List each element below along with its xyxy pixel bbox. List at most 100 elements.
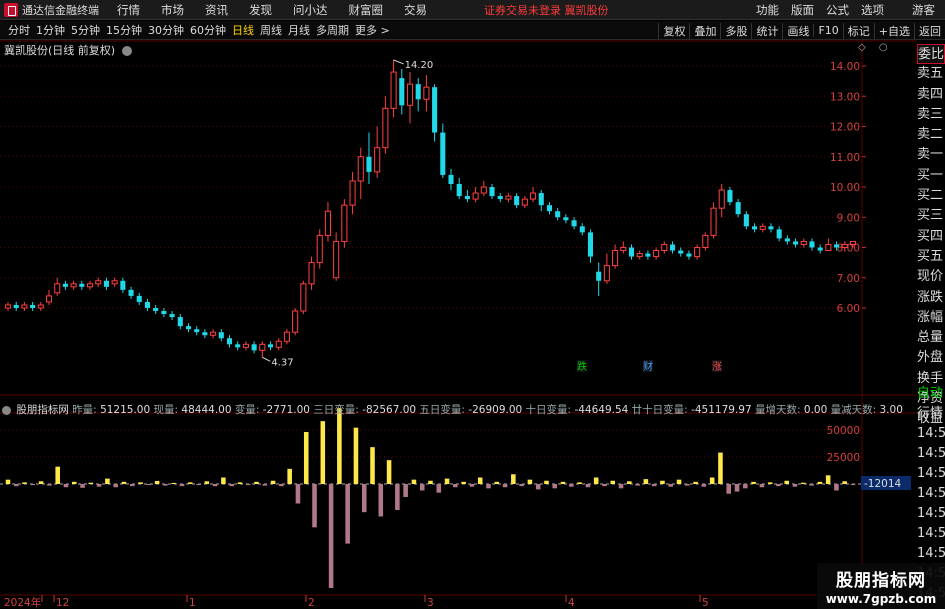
back-button[interactable]: 返回 [914,22,945,39]
volume-change-bar [693,481,698,484]
price-tick-label: 11.00 [830,152,860,164]
candle-body [834,244,840,248]
candle-body [202,332,208,336]
volume-change-bar [287,468,292,484]
candle-body [45,295,53,303]
chart-corner-icons: ◇ ○ [858,42,898,53]
tick-time: 14:56 [917,426,945,441]
menu-item-ask[interactable]: 问小达 [293,2,328,18]
volume-change-bar [395,484,400,510]
menu-right: 功能 版面 公式 选项 游客 [756,0,945,20]
period-tab-5min[interactable]: 5分钟 [71,22,100,38]
candle-body [21,304,28,309]
period-tab-15min[interactable]: 15分钟 [106,22,142,38]
price-tick-label: 13.00 [830,91,860,103]
indicator-dropdown-icon[interactable] [2,405,11,415]
candle-body [283,331,290,342]
period-tab-60min[interactable]: 60分钟 [190,22,226,38]
period-tab-1min[interactable]: 1分钟 [36,22,65,38]
period-tab-intraday[interactable]: 分时 [8,22,30,38]
candle-body [849,240,857,245]
menu-layout[interactable]: 版面 [791,2,814,18]
candle-body [13,304,19,308]
candle-body [727,190,733,203]
candle-body [324,210,331,236]
circle-icon[interactable]: ○ [879,42,888,53]
overlay-button[interactable]: 叠加 [689,22,720,39]
candle-body [521,198,528,206]
tick-panel-tab[interactable]: 自动 [917,384,945,404]
quote-label: 买二 [917,188,944,204]
candle-body [497,196,503,200]
menu-item-trade[interactable]: 交易 [404,2,427,18]
candle-body [776,229,782,239]
indicator-axis-label: 50000 [827,425,860,437]
f10-button[interactable]: F10 [813,24,842,37]
indicator-name[interactable]: 股朋指标网 [16,404,69,416]
volume-change-bar [643,479,649,484]
candle-body [169,314,175,318]
statistics-button[interactable]: 统计 [751,22,782,39]
volume-change-bar [602,484,607,487]
tick-panel-tab[interactable]: 行情 [917,404,945,424]
indicator-field-key: 量增天数: [751,404,801,416]
volume-change-bar [544,480,549,484]
time-axis-label: 5 [702,597,709,609]
tick-time: 14:56 [917,506,945,521]
candle-body [30,304,36,308]
menu-item-exchange[interactable]: 市场 [161,2,184,18]
draw-line-button[interactable]: 画线 [782,22,813,39]
candle-body [563,217,569,221]
candle-body [95,280,102,285]
quote-label: 总量 [917,330,944,346]
candle-body [472,192,479,200]
menu-item-discover[interactable]: 发现 [249,2,272,18]
price-tick-label: 12.00 [830,122,860,134]
candle-body [333,240,340,279]
volume-change-bar [527,479,533,484]
guest-user[interactable]: 游客 [912,2,935,18]
diamond-icon[interactable]: ◇ [858,42,866,53]
time-axis-label: 12 [56,597,69,609]
period-tab-multi[interactable]: 多周期 [316,22,349,38]
time-axis-label: 3 [427,597,434,609]
menu-function[interactable]: 功能 [756,2,779,18]
period-tab-monthly[interactable]: 月线 [288,22,310,38]
menu-options[interactable]: 选项 [861,2,884,18]
volume-change-bar [627,481,632,484]
volume-change-bar [204,481,210,484]
menu-item-news[interactable]: 资讯 [205,2,228,18]
period-tab-daily[interactable]: 日线 [232,22,254,38]
candle-body [103,280,109,287]
menu-item-market[interactable]: 行情 [117,2,140,18]
dropdown-icon[interactable] [121,46,132,56]
volume-change-bar [444,478,450,484]
quote-label: 卖三 [917,106,944,122]
volume-change-bar [801,482,806,484]
adjust-button[interactable]: 复权 [658,22,689,39]
login-notice[interactable]: 证券交易未登录 冀凯股份 [484,2,609,18]
multi-stock-button[interactable]: 多股 [720,22,751,39]
volume-change-bar [88,482,94,484]
period-tab-30min[interactable]: 30分钟 [148,22,184,38]
mark-button[interactable]: 标记 [842,22,874,39]
stock-title[interactable]: 冀凯股份(日线 前复权) [4,42,132,58]
volume-change-bar [47,484,52,486]
volume-change-bar [461,481,466,484]
kline-chart[interactable]: 14.0013.0012.0011.0010.009.008.007.006.0… [0,40,917,609]
candle-body [514,196,520,206]
quote-label: 卖四 [917,86,944,102]
volume-change-bar [784,480,790,484]
volume-change-bar [511,474,516,484]
period-tab-more[interactable]: 更多 > [355,22,390,38]
volume-change-bar [212,484,218,487]
menu-formula[interactable]: 公式 [826,2,849,18]
period-tab-weekly[interactable]: 周线 [260,22,282,38]
volume-change-bar [105,478,110,484]
add-watchlist-button[interactable]: +自选 [873,22,914,39]
volume-change-bar [121,481,127,484]
candle-body [153,308,159,312]
chart-actions: 复权 叠加 多股 统计 画线 F10 标记 +自选 返回 [658,21,945,40]
volume-change-bar [569,484,574,487]
menu-item-wealth[interactable]: 财富圈 [349,2,384,18]
